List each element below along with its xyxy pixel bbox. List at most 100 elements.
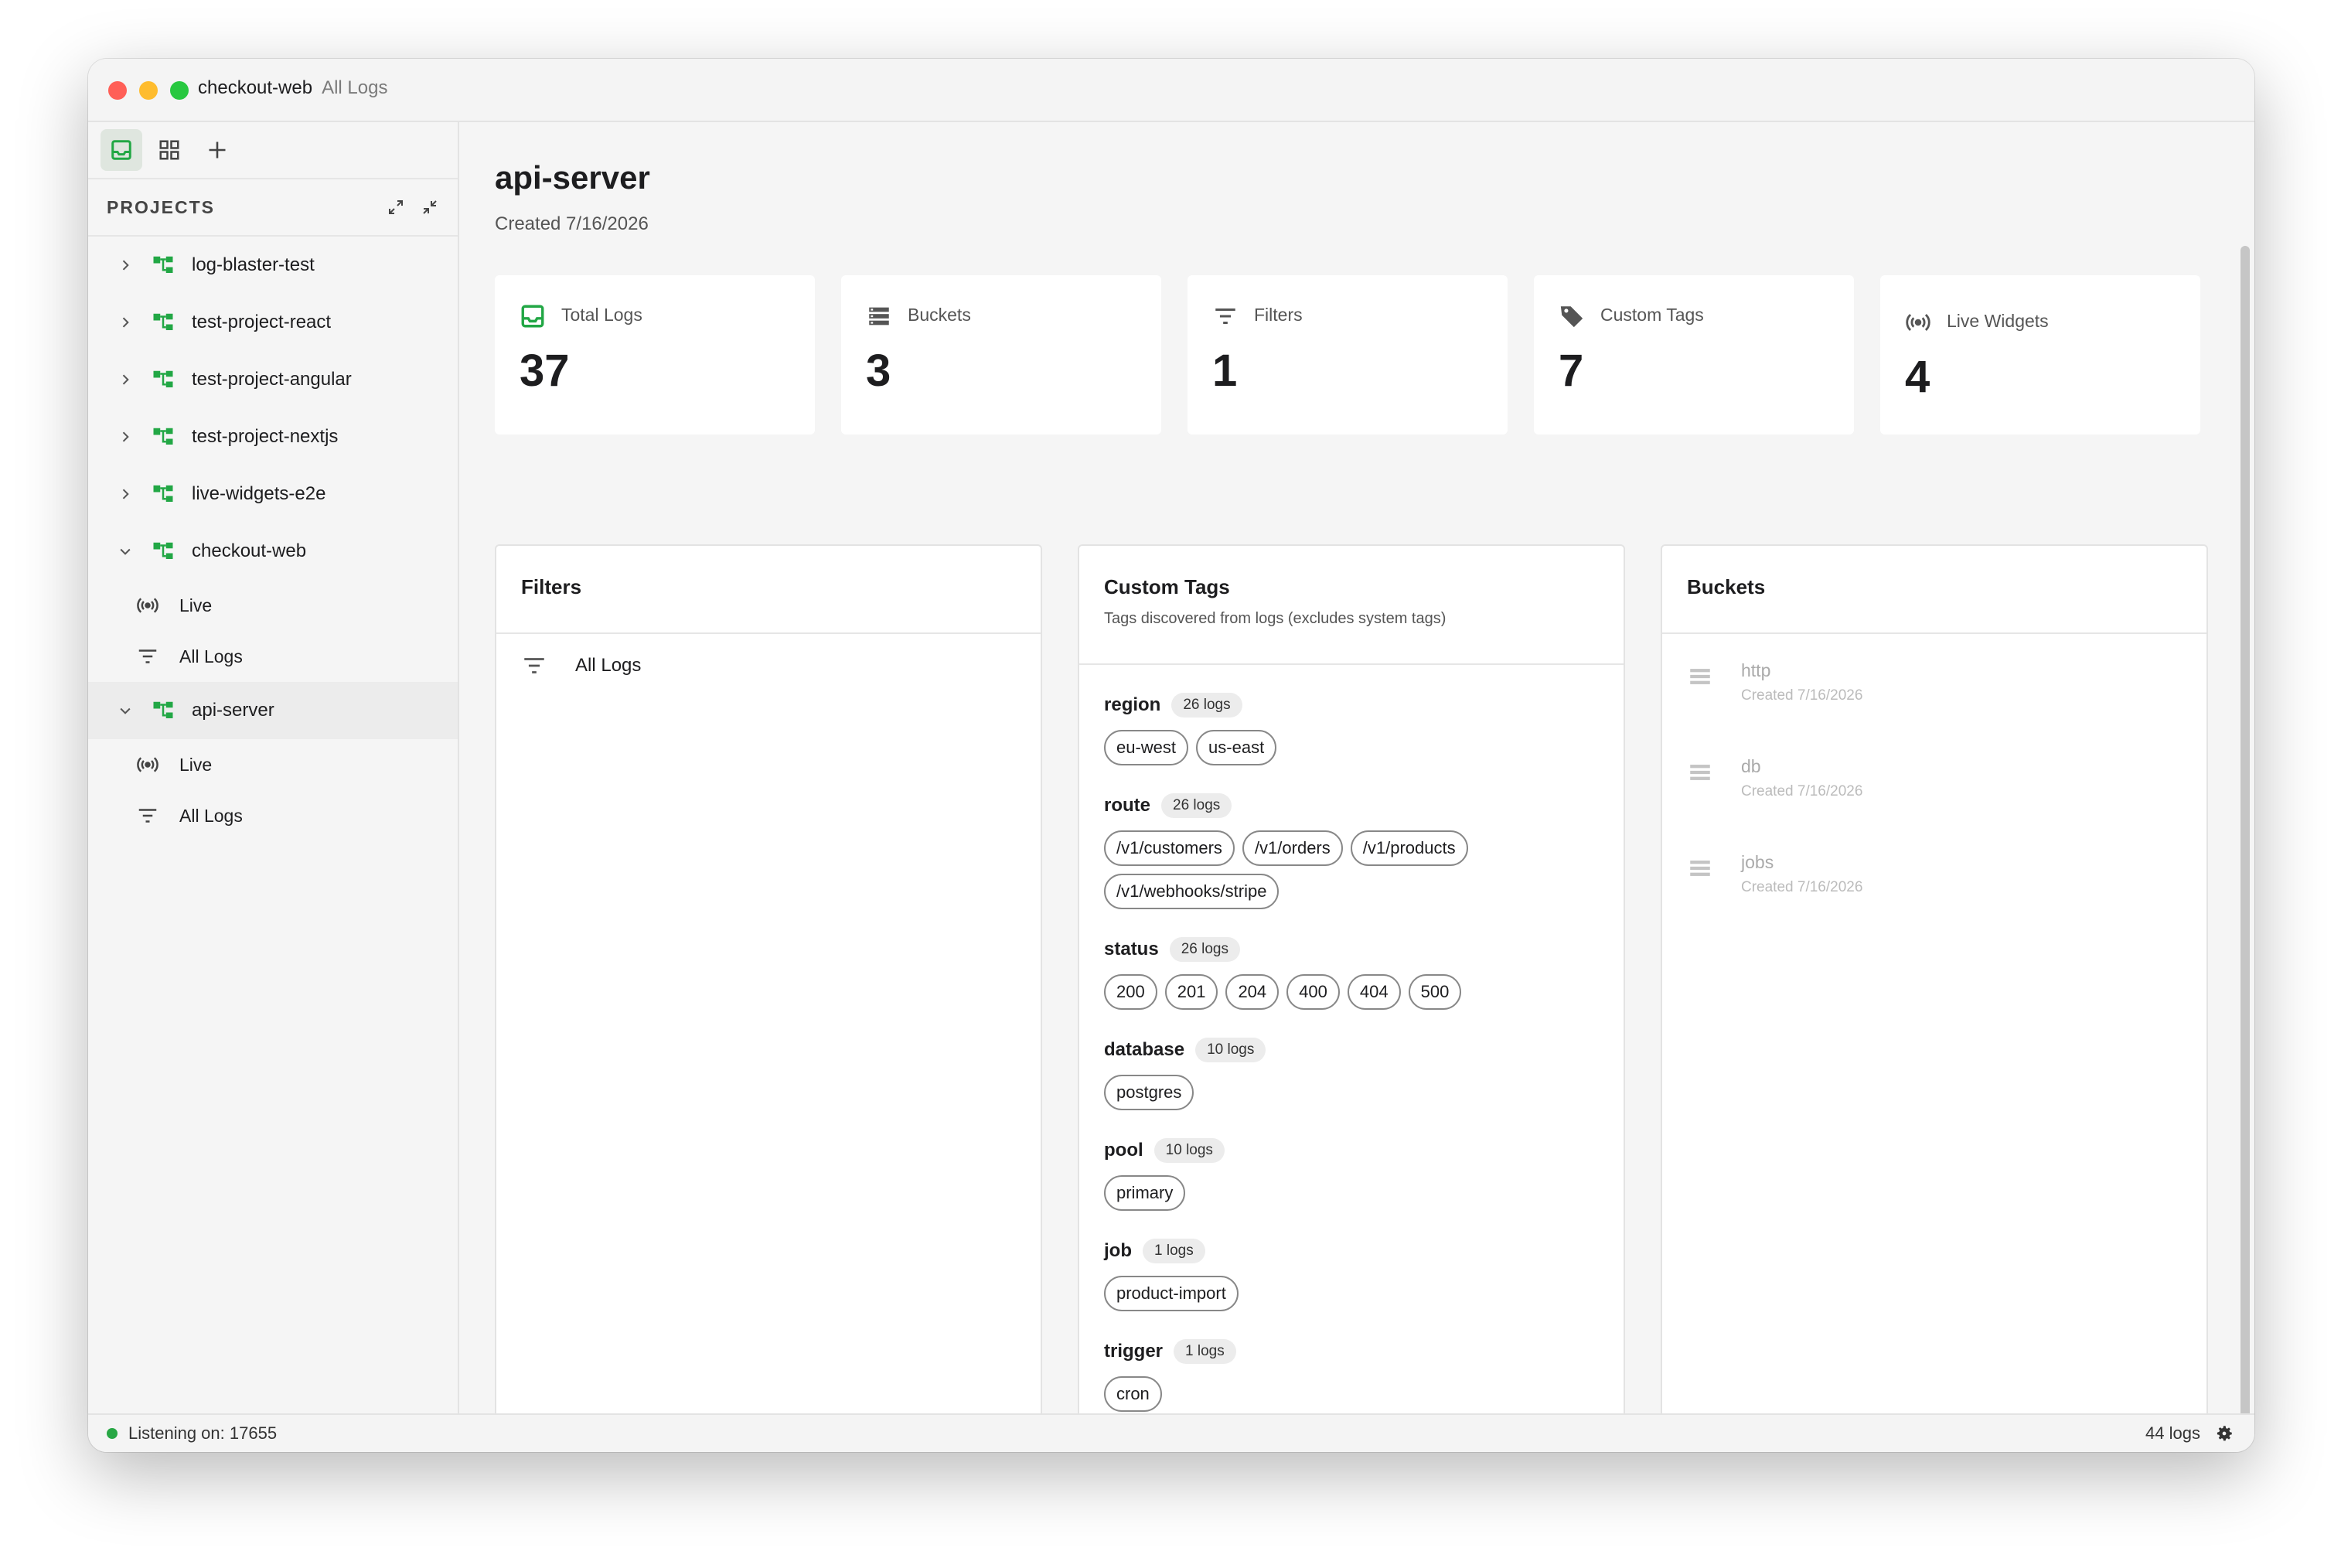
bucket-name: jobs [1741,852,1774,872]
tag-value-chip[interactable]: postgres [1104,1075,1194,1110]
tab-grid[interactable] [148,129,190,171]
stat-value: 3 [866,346,891,396]
tag-value-chip[interactable]: 200 [1104,974,1157,1010]
tag-group-region: region 26 logs eu-west us-east [1104,693,1602,765]
tag-value-chip[interactable]: /v1/webhooks/stripe [1104,874,1280,909]
project-item[interactable]: test-project-nextjs [88,408,458,465]
chevron-right-icon[interactable] [118,257,133,273]
add-tab-button[interactable] [196,129,238,171]
bucket-item-jobs[interactable]: jobs Created 7/16/2026 [1687,852,1862,896]
tag-key: region [1104,694,1161,715]
tag-group-trigger: trigger 1 logs cron [1104,1339,1602,1412]
sidebar-item-label: All Logs [179,805,243,826]
tag-value-chip[interactable]: us-east [1196,730,1277,765]
projects-header: PROJECTS [88,179,458,237]
divider [1662,632,2206,634]
buckets-icon [869,307,889,326]
sidebar-item-all-logs[interactable]: All Logs [88,631,458,682]
bucket-icon [1690,669,1710,684]
project-item[interactable]: checkout-web [88,523,458,580]
filter-label: All Logs [575,655,642,676]
expand-all-icon[interactable] [387,198,405,216]
stat-card-total-logs: Total Logs 37 [495,275,815,435]
chevron-right-icon[interactable] [118,372,133,387]
project-item[interactable]: log-blaster-test [88,237,458,294]
project-item[interactable]: test-project-angular [88,351,458,408]
window-title: checkout-web All Logs [198,77,387,99]
tag-icon [1560,306,1583,328]
chevron-right-icon[interactable] [118,429,133,445]
tag-key: pool [1104,1140,1143,1161]
sidebar-item-live[interactable]: Live [88,580,458,631]
gear-icon[interactable] [2214,1423,2234,1444]
tag-value-chip[interactable]: /v1/products [1350,830,1468,866]
collapse-all-icon[interactable] [421,198,439,216]
app-window: checkout-web All Logs PROJECTS log-blast… [88,59,2254,1452]
tag-value-chip[interactable]: primary [1104,1175,1186,1211]
filter-item-all-logs[interactable]: All Logs [521,653,641,679]
tag-value-chip[interactable]: 500 [1408,974,1462,1010]
project-label: live-widgets-e2e [192,483,326,504]
sidebar-item-label: Live [179,595,213,615]
filter-icon [138,809,157,823]
tag-value-chip[interactable]: cron [1104,1376,1162,1412]
chevron-right-icon[interactable] [118,315,133,330]
tab-inbox[interactable] [101,129,142,171]
chevron-down-icon[interactable] [118,544,133,559]
tag-groups: region 26 logs eu-west us-east route 26 lo… [1104,693,1602,1440]
tag-value-chip[interactable]: 400 [1286,974,1340,1010]
project-label: test-project-react [192,312,332,332]
sidebar-item-label: Live [179,754,213,775]
project-label: api-server [192,700,274,721]
stat-card-filters: Filters 1 [1188,275,1508,435]
project-tree-icon [153,256,173,273]
bucket-item-http[interactable]: http Created 7/16/2026 [1687,660,1862,704]
broadcast-icon [137,757,158,772]
close-window-button[interactable] [108,81,127,100]
stat-card-live-widgets: Live Widgets 4 [1880,275,2200,435]
chevron-right-icon[interactable] [118,486,133,502]
window-title-project: checkout-web [198,77,313,98]
tag-count-badge: 10 logs [1195,1038,1266,1062]
tag-count-badge: 1 logs [1143,1239,1205,1263]
tag-value-chip[interactable]: /v1/customers [1104,830,1235,866]
chevron-down-icon[interactable] [118,703,133,718]
project-item-selected[interactable]: api-server [88,682,458,739]
tag-count-badge: 1 logs [1174,1339,1236,1364]
project-tree-icon [153,370,173,387]
project-item[interactable]: live-widgets-e2e [88,465,458,523]
stat-value: 37 [520,346,570,396]
tag-value-chip[interactable]: 201 [1164,974,1218,1010]
sidebar-item-live[interactable]: Live [88,739,458,790]
buckets-panel: Buckets http Created 7/16/2026 db Create… [1661,544,2208,1452]
bucket-icon [1690,861,1710,876]
sidebar-item-all-logs[interactable]: All Logs [88,790,458,841]
tag-value-chip[interactable]: 404 [1347,974,1401,1010]
inbox-icon [111,140,131,160]
tag-value-chip[interactable]: 204 [1225,974,1280,1010]
project-tree-icon [153,428,173,445]
buckets-title: Buckets [1687,575,1766,598]
zoom-window-button[interactable] [170,81,189,100]
minimize-window-button[interactable] [139,81,158,100]
bucket-created: Created 7/16/2026 [1741,879,1863,895]
tag-value-chip[interactable]: product-import [1104,1276,1239,1311]
tag-key: database [1104,1039,1185,1060]
broadcast-icon [137,598,158,613]
main-scrollbar[interactable] [2240,246,2250,1452]
status-bar: Listening on: 17655 44 logs [88,1413,2254,1452]
inbox-icon [521,305,544,328]
tag-count-badge: 26 logs [1169,937,1240,962]
stat-label: Buckets [908,305,971,325]
custom-tags-panel: Custom Tags Tags discovered from logs (e… [1078,544,1625,1452]
project-tree-icon [153,701,173,718]
tag-count-badge: 26 logs [1171,693,1242,718]
stat-label: Total Logs [561,305,642,325]
tag-value-chip[interactable]: /v1/orders [1242,830,1343,866]
listening-status-dot [107,1428,118,1439]
bucket-item-db[interactable]: db Created 7/16/2026 [1687,756,1862,800]
tag-count-badge: 26 logs [1161,793,1232,818]
tag-value-chip[interactable]: eu-west [1104,730,1189,765]
project-item[interactable]: test-project-react [88,294,458,351]
divider [1079,663,1624,665]
